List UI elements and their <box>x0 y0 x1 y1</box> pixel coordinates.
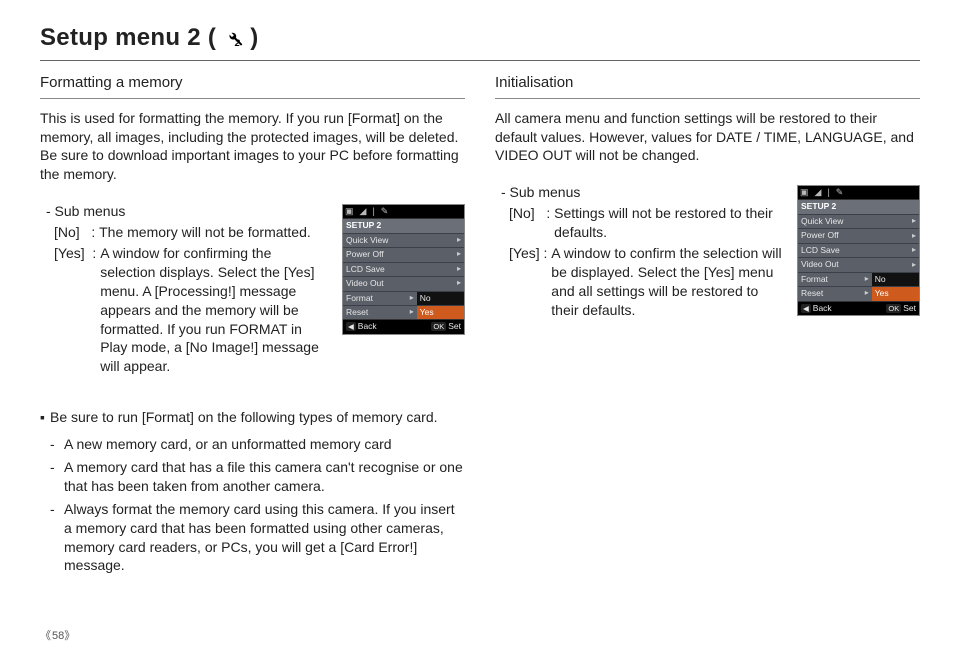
bullet-item: -Always format the memory card using thi… <box>50 500 465 576</box>
option-desc: The memory will not be formatted. <box>99 223 328 242</box>
lcd-row: Power Off▸ <box>798 228 919 242</box>
chevron-right-icon: ▸ <box>410 307 414 318</box>
lcd-row: LCD Save▸ <box>343 262 464 276</box>
setup-icon: ✎ <box>836 188 844 197</box>
left-submenus-label: - Sub menus <box>46 202 328 221</box>
setup-icon: ✎ <box>381 207 389 216</box>
chevron-right-icon: ▸ <box>457 249 461 260</box>
sound-icon: ◢ <box>360 207 367 216</box>
right-rule <box>495 98 920 99</box>
lcd-row: LCD Save▸ <box>798 243 919 257</box>
right-lcd-screenshot: ▣ ◢ | ✎ SETUP 2 Quick View▸ Power Off▸ L… <box>797 185 920 316</box>
right-intro: All camera menu and function settings wi… <box>495 109 920 166</box>
ok-key-icon: OK <box>886 304 901 313</box>
page-title: Setup menu 2 ( 2 ) <box>40 22 920 54</box>
lcd-title: SETUP 2 <box>798 200 919 213</box>
left-intro: This is used for formatting the memory. … <box>40 109 465 185</box>
lcd-row: Quick View▸ <box>798 214 919 228</box>
left-option-yes: [Yes] : A window for confirming the sele… <box>54 244 328 376</box>
option-desc: A window to confirm the selection will b… <box>551 244 783 320</box>
left-lcd-screenshot: ▣ ◢ | ✎ SETUP 2 Quick View▸ Power Off▸ L… <box>342 204 465 335</box>
chevron-right-icon: ▸ <box>912 231 916 242</box>
title-suffix: ) <box>250 22 258 54</box>
right-option-yes: [Yes] : A window to confirm the selectio… <box>509 244 783 320</box>
lcd-tab-icons: ▣ ◢ | ✎ <box>798 186 919 200</box>
left-option-no: [No] : The memory will not be formatted. <box>54 223 328 242</box>
lcd-footer: ◀Back OKSet <box>798 301 919 315</box>
sound-icon: ◢ <box>815 188 822 197</box>
left-column: Formatting a memory This is used for for… <box>40 73 465 579</box>
left-rule <box>40 98 465 99</box>
left-heading: Formatting a memory <box>40 73 465 93</box>
chevron-right-icon: ▸ <box>912 260 916 271</box>
svg-text:2: 2 <box>234 38 240 48</box>
lcd-row: Quick View▸ <box>343 233 464 247</box>
lcd-title: SETUP 2 <box>343 219 464 232</box>
note-lead-text: Be sure to run [Format] on the following… <box>50 408 438 427</box>
note-lead: ▪ Be sure to run [Format] on the followi… <box>40 408 465 427</box>
camera-icon: ▣ <box>345 207 354 216</box>
page-number: 《58》 <box>40 629 76 644</box>
divider-icon: | <box>372 207 374 216</box>
back-key-icon: ◀ <box>346 322 356 331</box>
option-desc: Settings will not be restored to their d… <box>554 204 783 242</box>
lcd-tab-icons: ▣ ◢ | ✎ <box>343 205 464 219</box>
bullet-item: -A memory card that has a file this came… <box>50 458 465 496</box>
lcd-row: Power Off▸ <box>343 247 464 261</box>
divider-icon: | <box>827 188 829 197</box>
chevron-right-icon: ▸ <box>865 274 869 285</box>
chevron-right-icon: ▸ <box>410 293 414 304</box>
camera-icon: ▣ <box>800 188 809 197</box>
lcd-row-reset: Reset▸Yes <box>798 286 919 300</box>
wrench-2-icon: 2 <box>222 26 244 48</box>
option-key: [No] : <box>54 223 99 242</box>
chevron-right-icon: ▸ <box>912 245 916 256</box>
option-key: [Yes] : <box>509 244 551 320</box>
right-submenus-label: - Sub menus <box>501 183 783 202</box>
lcd-row-reset: Reset▸Yes <box>343 305 464 319</box>
chevron-right-icon: ▸ <box>457 235 461 246</box>
option-key: [No] : <box>509 204 554 242</box>
lcd-row: Video Out▸ <box>798 257 919 271</box>
lcd-footer: ◀Back OKSet <box>343 319 464 333</box>
bullet-item: -A new memory card, or an unformatted me… <box>50 435 465 454</box>
chevron-right-icon: ▸ <box>865 288 869 299</box>
option-key: [Yes] : <box>54 244 100 376</box>
right-option-no: [No] : Settings will not be restored to … <box>509 204 783 242</box>
chevron-right-icon: ▸ <box>457 278 461 289</box>
option-desc: A window for confirming the selection di… <box>100 244 328 376</box>
title-rule <box>40 60 920 61</box>
chevron-right-icon: ▸ <box>912 216 916 227</box>
right-column: Initialisation All camera menu and funct… <box>495 73 920 579</box>
lcd-row-format: Format▸No <box>343 291 464 305</box>
title-prefix: Setup menu 2 ( <box>40 22 216 54</box>
right-heading: Initialisation <box>495 73 920 93</box>
chevron-right-icon: ▸ <box>457 264 461 275</box>
lcd-row-format: Format▸No <box>798 272 919 286</box>
ok-key-icon: OK <box>431 322 446 331</box>
back-key-icon: ◀ <box>801 304 811 313</box>
square-bullet-icon: ▪ <box>40 408 50 427</box>
lcd-row: Video Out▸ <box>343 276 464 290</box>
